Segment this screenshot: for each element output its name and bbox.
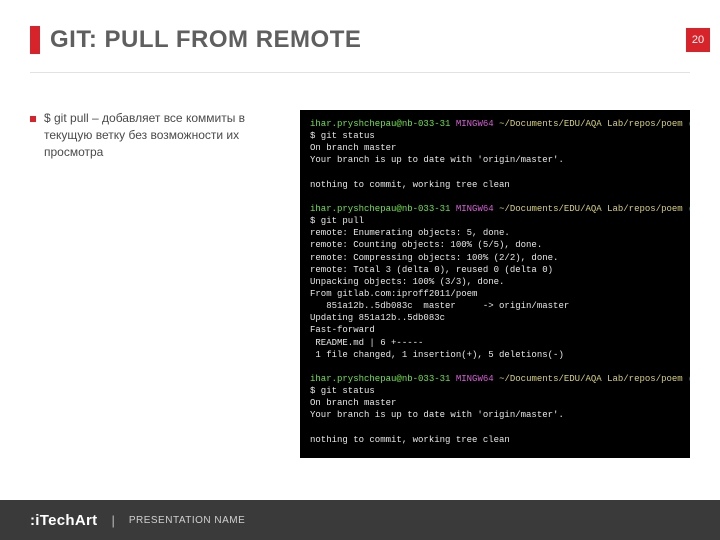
term-b1-l1: On branch master [310, 143, 396, 153]
logo-prefix: :i [30, 512, 40, 529]
bullet-text: $ git pull – добавляет все коммиты в тек… [44, 110, 288, 160]
term-b3-l4: nothing to commit, working tree clean [310, 435, 510, 445]
slide-header: GIT: PULL FROM REMOTE [30, 26, 690, 54]
term-b2-l0: $ git pull [310, 216, 364, 226]
logo-main: TechArt [40, 512, 98, 529]
presentation-name: PRESENTATION NAME [129, 515, 245, 526]
slide-footer: :iTechArt | PRESENTATION NAME [0, 500, 720, 540]
term-b1-l2: Your branch is up to date with 'origin/m… [310, 155, 564, 165]
bullet-column: $ git pull – добавляет все коммиты в тек… [30, 110, 300, 458]
term-path-1: ~/Documents/EDU/AQA Lab/repos/poem [499, 119, 683, 129]
term-path-3: ~/Documents/EDU/AQA Lab/repos/poem [499, 374, 683, 384]
term-b2-l3: remote: Compressing objects: 100% (2/2),… [310, 253, 558, 263]
term-b1-l4: nothing to commit, working tree clean [310, 180, 510, 190]
term-b3-l0: $ git status [310, 386, 375, 396]
header-divider [30, 72, 690, 73]
term-b2-l9: Fast-forward [310, 325, 375, 335]
term-b3-l1: On branch master [310, 398, 396, 408]
term-env-1: MINGW64 [456, 119, 494, 129]
term-b2-l11: 1 file changed, 1 insertion(+), 5 deleti… [310, 350, 564, 360]
term-b2-l7: 851a12b..5db083c master -> origin/master [310, 301, 569, 311]
footer-divider: | [111, 513, 114, 528]
content-area: $ git pull – добавляет все коммиты в тек… [30, 110, 690, 458]
term-b2-l2: remote: Counting objects: 100% (5/5), do… [310, 240, 542, 250]
term-b2-l10: README.md | 6 +----- [310, 338, 423, 348]
term-user-2: ihar.pryshchepau@nb-033-31 [310, 204, 450, 214]
page-number-badge: 20 [686, 28, 710, 52]
bullet-item: $ git pull – добавляет все коммиты в тек… [30, 110, 288, 160]
term-branch-2: (master) [688, 204, 690, 214]
title-accent-bar [30, 26, 40, 54]
term-b2-l5: Unpacking objects: 100% (3/3), done. [310, 277, 504, 287]
page-number: 20 [692, 34, 704, 46]
term-env-2: MINGW64 [456, 204, 494, 214]
term-b2-l8: Updating 851a12b..5db083c [310, 313, 445, 323]
bullet-marker-icon [30, 116, 36, 122]
term-env-3: MINGW64 [456, 374, 494, 384]
term-b1-l0: $ git status [310, 131, 375, 141]
slide-title: GIT: PULL FROM REMOTE [50, 26, 361, 54]
term-user-3: ihar.pryshchepau@nb-033-31 [310, 374, 450, 384]
term-b2-l4: remote: Total 3 (delta 0), reused 0 (del… [310, 265, 553, 275]
term-branch-3: (master) [688, 374, 690, 384]
term-user-1: ihar.pryshchepau@nb-033-31 [310, 119, 450, 129]
terminal-screenshot: ihar.pryshchepau@nb-033-31 MINGW64 ~/Doc… [300, 110, 690, 458]
term-b3-l2: Your branch is up to date with 'origin/m… [310, 410, 564, 420]
term-branch-1: (master) [688, 119, 690, 129]
term-b2-l6: From gitlab.com:iproff2011/poem [310, 289, 477, 299]
term-b2-l1: remote: Enumerating objects: 5, done. [310, 228, 510, 238]
company-logo: :iTechArt [30, 512, 97, 529]
term-path-2: ~/Documents/EDU/AQA Lab/repos/poem [499, 204, 683, 214]
